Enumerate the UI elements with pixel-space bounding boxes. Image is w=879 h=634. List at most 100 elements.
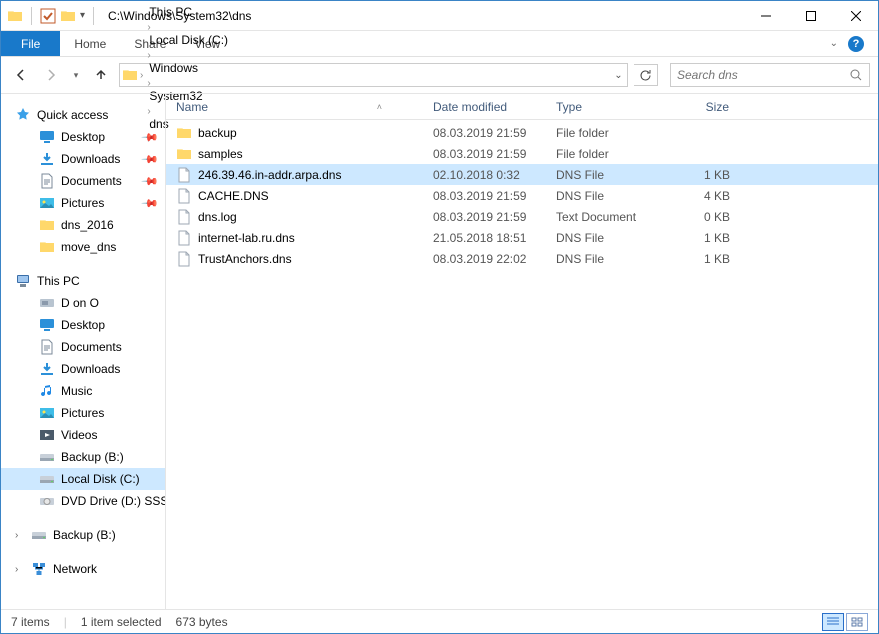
file-row[interactable]: samples08.03.2019 21:59File folder <box>166 143 878 164</box>
file-name: samples <box>198 147 243 161</box>
address-dropdown-icon[interactable]: ⌄ <box>609 64 627 86</box>
sidebar-backup-drive[interactable]: › Backup (B:) <box>1 524 165 546</box>
documents-icon <box>39 173 55 189</box>
folder-icon <box>176 146 192 162</box>
dvd-icon <box>39 493 55 509</box>
pictures-icon <box>39 195 55 211</box>
maximize-button[interactable] <box>788 1 833 30</box>
search-box[interactable] <box>670 63 870 87</box>
file-name: 246.39.46.in-addr.arpa.dns <box>198 168 341 182</box>
sidebar-item[interactable]: Documents📌 <box>1 170 165 192</box>
videos-icon <box>39 427 55 443</box>
column-name[interactable]: Name˄ <box>166 100 423 114</box>
breadcrumb-segment[interactable]: Windows <box>145 61 232 75</box>
sidebar-item-label: Documents <box>61 340 122 354</box>
sidebar-item[interactable]: DVD Drive (D:) SSS_X <box>1 490 165 512</box>
content-area: Name˄ Date modified Type Size backup 08.0… <box>166 94 878 609</box>
sidebar-item-label: move_dns <box>61 240 116 254</box>
up-button[interactable] <box>89 63 113 87</box>
chevron-right-icon[interactable]: › <box>145 50 152 61</box>
sidebar-this-pc[interactable]: This PC <box>1 270 165 292</box>
sidebar-label: Quick access <box>37 108 108 122</box>
sidebar-network[interactable]: › Network <box>1 558 165 580</box>
sidebar-item[interactable]: Pictures📌 <box>1 192 165 214</box>
explorer-window: ▾ C:\Windows\System32\dns File Home Shar… <box>0 0 879 634</box>
file-row[interactable]: backup 08.03.2019 21:59File folder <box>166 122 878 143</box>
back-button[interactable] <box>9 63 33 87</box>
statusbar: 7 items | 1 item selected 673 bytes <box>1 609 878 633</box>
file-type: DNS File <box>546 189 666 203</box>
status-item-count: 7 items <box>11 615 50 629</box>
file-row[interactable]: CACHE.DNS08.03.2019 21:59DNS File4 KB <box>166 185 878 206</box>
sidebar-item[interactable]: Backup (B:) <box>1 446 165 468</box>
status-size: 673 bytes <box>176 615 228 629</box>
column-date[interactable]: Date modified <box>423 100 546 114</box>
minimize-button[interactable] <box>743 1 788 30</box>
file-name: backup <box>198 126 237 140</box>
file-name: CACHE.DNS <box>198 189 269 203</box>
ribbon-tabs: File Home Share View ⌄ ? <box>1 31 878 57</box>
search-icon[interactable] <box>849 68 863 82</box>
documents-icon <box>39 339 55 355</box>
column-size[interactable]: Size <box>666 100 746 114</box>
file-row[interactable]: dns.log08.03.2019 21:59Text Document0 KB <box>166 206 878 227</box>
file-list[interactable]: backup08.03.2019 21:59File foldersamples… <box>166 120 878 609</box>
address-bar[interactable]: › This PC›Local Disk (C:)›Windows›System… <box>119 63 628 87</box>
sidebar-item[interactable]: Downloads <box>1 358 165 380</box>
sidebar-item-label: Local Disk (C:) <box>61 472 140 486</box>
sidebar-item[interactable]: Videos <box>1 424 165 446</box>
ribbon-expand-icon[interactable]: ⌄ <box>830 38 838 49</box>
titlebar[interactable]: ▾ C:\Windows\System32\dns <box>1 1 878 31</box>
help-icon[interactable]: ? <box>848 36 864 52</box>
file-row[interactable]: 246.39.46.in-addr.arpa.dns02.10.2018 0:3… <box>166 164 878 185</box>
file-type: DNS File <box>546 168 666 182</box>
close-button[interactable] <box>833 1 878 30</box>
file-type: Text Document <box>546 210 666 224</box>
view-large-button[interactable] <box>846 613 868 631</box>
breadcrumb-segment[interactable]: This PC <box>145 5 232 19</box>
file-size: 1 KB <box>666 168 746 182</box>
sidebar-item-label: Backup (B:) <box>61 450 124 464</box>
tab-file[interactable]: File <box>1 31 60 56</box>
properties-icon[interactable] <box>40 8 56 24</box>
star-icon <box>15 107 31 123</box>
sidebar-item[interactable]: Desktop📌 <box>1 126 165 148</box>
downloads-icon <box>39 151 55 167</box>
sidebar-item[interactable]: Desktop <box>1 314 165 336</box>
sidebar-quick-access[interactable]: Quick access <box>1 104 165 126</box>
sidebar-item[interactable]: Downloads📌 <box>1 148 165 170</box>
file-date: 08.03.2019 21:59 <box>423 189 546 203</box>
search-input[interactable] <box>677 68 849 82</box>
sidebar-item[interactable]: move_dns <box>1 236 165 258</box>
sidebar-item[interactable]: Documents <box>1 336 165 358</box>
file-row[interactable]: internet-lab.ru.dns21.05.2018 18:51DNS F… <box>166 227 878 248</box>
expander-icon[interactable]: › <box>15 530 25 541</box>
recent-button[interactable]: ▾ <box>69 63 83 87</box>
view-details-button[interactable] <box>822 613 844 631</box>
expander-icon[interactable]: › <box>15 564 25 575</box>
forward-button[interactable] <box>39 63 63 87</box>
sidebar-item[interactable]: D on O <box>1 292 165 314</box>
sidebar-item[interactable]: Music <box>1 380 165 402</box>
file-icon <box>176 209 192 225</box>
file-type: File folder <box>546 126 666 140</box>
sidebar-item[interactable]: Pictures <box>1 402 165 424</box>
column-type[interactable]: Type <box>546 100 666 114</box>
sidebar-item-label: Pictures <box>61 406 104 420</box>
sidebar-item[interactable]: dns_2016 <box>1 214 165 236</box>
chevron-right-icon[interactable]: › <box>138 70 145 81</box>
folder-qat-icon[interactable] <box>60 8 76 24</box>
file-size: 0 KB <box>666 210 746 224</box>
file-row[interactable]: TrustAnchors.dns08.03.2019 22:02DNS File… <box>166 248 878 269</box>
column-headers: Name˄ Date modified Type Size <box>166 94 878 120</box>
column-label: Name <box>176 100 208 114</box>
disk-icon <box>39 471 55 487</box>
tab-home[interactable]: Home <box>60 31 120 56</box>
file-date: 08.03.2019 21:59 <box>423 126 546 140</box>
refresh-button[interactable] <box>634 64 658 86</box>
desktop-icon <box>39 317 55 333</box>
sidebar-item[interactable]: Local Disk (C:) <box>1 468 165 490</box>
breadcrumb-segment[interactable]: Local Disk (C:) <box>145 33 232 47</box>
chevron-right-icon[interactable]: › <box>145 22 152 33</box>
chevron-right-icon[interactable]: › <box>145 78 152 89</box>
